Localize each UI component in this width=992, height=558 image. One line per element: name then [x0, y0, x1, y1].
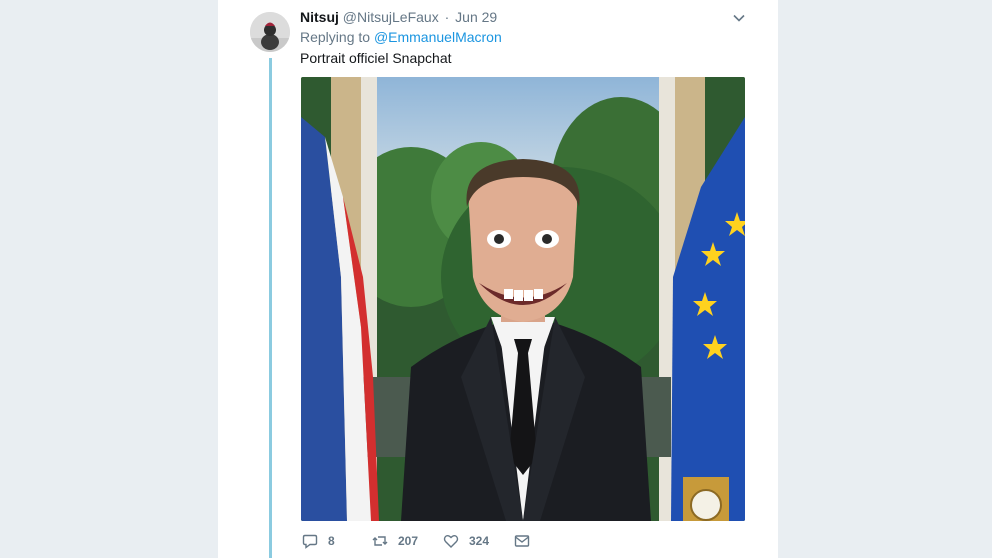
like-count: 324 — [469, 534, 490, 548]
retweet-count: 207 — [398, 534, 419, 548]
tweet-photo[interactable] — [301, 77, 745, 521]
heart-icon — [443, 535, 459, 548]
envelope-icon — [514, 535, 530, 547]
retweet-button[interactable]: 207 — [372, 531, 418, 551]
tweet-actions: 8 207 324 — [302, 531, 562, 551]
author-name[interactable]: Nitsuj — [300, 9, 339, 25]
photo-illustration — [301, 77, 745, 521]
retweet-icon — [372, 536, 388, 546]
tweet-text: Portrait officiel Snapchat — [300, 50, 452, 66]
like-button[interactable]: 324 — [443, 531, 489, 551]
reply-mention-link[interactable]: @EmmanuelMacron — [374, 29, 502, 45]
replying-to-line: Replying to @EmmanuelMacron — [300, 28, 502, 46]
thread-connector — [269, 58, 272, 558]
tweet-header: Nitsuj @NitsujLeFaux · Jun 29 — [300, 8, 497, 26]
tweet-card: Nitsuj @NitsujLeFaux · Jun 29 Replying t… — [218, 0, 778, 558]
header-separator: · — [444, 9, 450, 25]
comment-icon — [302, 534, 318, 549]
avatar-image — [250, 12, 290, 52]
direct-message-button[interactable] — [514, 531, 540, 551]
replying-prefix: Replying to — [300, 29, 371, 45]
chevron-down-icon[interactable] — [732, 11, 746, 25]
reply-count: 8 — [328, 534, 335, 548]
tweet-date[interactable]: Jun 29 — [455, 9, 497, 25]
author-handle[interactable]: @NitsujLeFaux — [343, 9, 439, 25]
reply-button[interactable]: 8 — [302, 531, 335, 551]
avatar[interactable] — [250, 12, 290, 52]
